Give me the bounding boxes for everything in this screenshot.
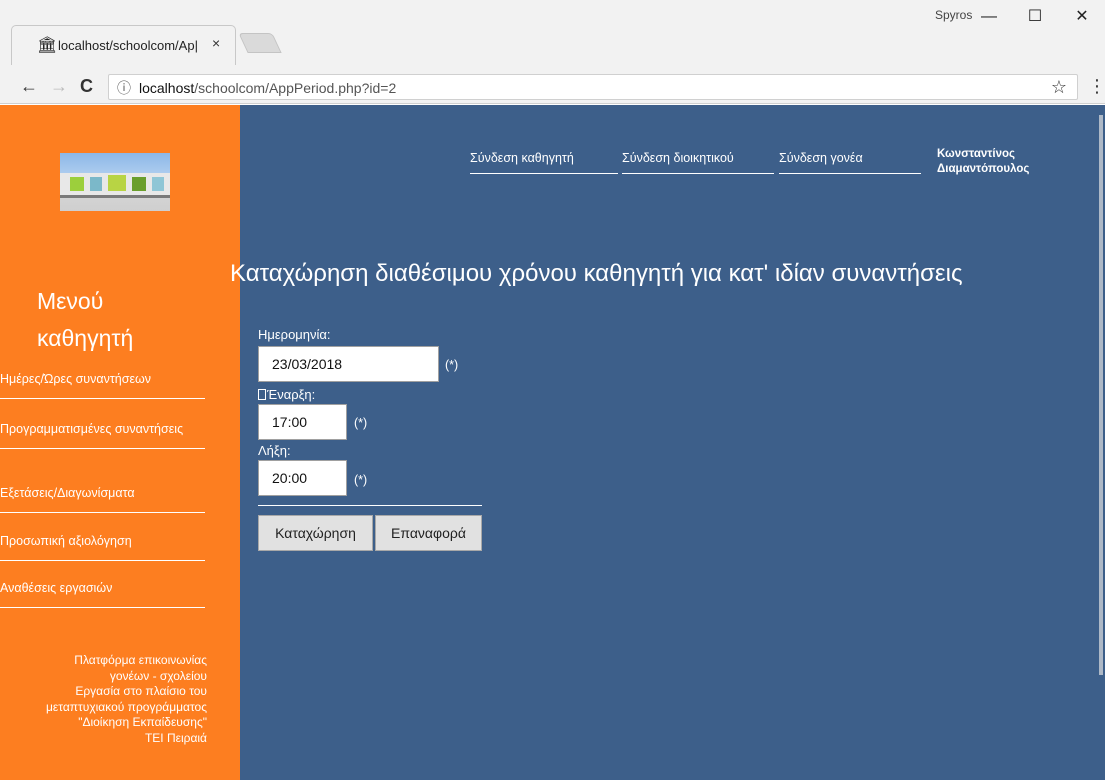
url-input[interactable]: ⓘ localhost/schoolcom/AppPeriod.php?id=2… xyxy=(108,74,1078,100)
footer-line: γονέων - σχολείου xyxy=(109,668,207,683)
url-text: localhost/schoolcom/AppPeriod.php?id=2 xyxy=(139,80,396,96)
sidebar-item-assignments[interactable]: Αναθέσεις εργασιών xyxy=(0,580,205,608)
info-icon[interactable]: ⓘ xyxy=(117,78,131,98)
browser-menu-icon[interactable]: ⋮ xyxy=(1088,76,1105,97)
page-title: Καταχώρηση διαθέσιμου χρόνου καθηγητή γι… xyxy=(230,260,963,287)
sidebar-item-exams[interactable]: Εξετάσεις/Διαγωνίσματα xyxy=(0,485,205,513)
sidebar-title-line2: καθηγητή xyxy=(37,325,134,351)
institution-icon: 🏛 xyxy=(37,37,58,54)
end-required-mark: (*) xyxy=(354,473,368,487)
new-tab-button[interactable] xyxy=(238,33,282,53)
user-first-name: Κωνσταντίνος xyxy=(937,148,1016,160)
start-label-text: Έναρξη: xyxy=(267,387,316,402)
date-input[interactable] xyxy=(258,346,439,382)
minimize-button[interactable]: — xyxy=(966,3,1012,31)
sidebar-item-personal-evaluation[interactable]: Προσωπική αξιολόγηση xyxy=(0,533,205,561)
footer-line: ΤΕΙ Πειραιά xyxy=(144,730,207,745)
nav-parent-login[interactable]: Σύνδεση γονέα xyxy=(779,151,921,174)
reset-button[interactable]: Επαναφορά xyxy=(375,515,482,551)
close-window-button[interactable]: ✕ xyxy=(1059,3,1105,31)
form-divider xyxy=(258,505,482,506)
end-label: Λήξη: xyxy=(258,443,291,458)
footer-line: μεταπτυχιακού προγράμματος xyxy=(45,699,207,714)
date-required-mark: (*) xyxy=(445,358,459,372)
sidebar-title-line1: Μενού xyxy=(37,288,104,314)
start-time-input[interactable] xyxy=(258,404,347,440)
sidebar-footer: Πλατφόρμα επικοινωνίας γονέων - σχολείου… xyxy=(0,653,207,746)
nav-teacher-login[interactable]: Σύνδεση καθηγητή xyxy=(470,151,618,174)
date-label: Ημερομηνία: xyxy=(258,327,331,342)
nav-admin-login[interactable]: Σύνδεση διοικητικού xyxy=(622,151,774,174)
sidebar: Μενού καθηγητή Ημέρες/Ώρες συναντήσεων Π… xyxy=(0,105,240,780)
end-time-input[interactable] xyxy=(258,460,347,496)
page-content: Μενού καθηγητή Ημέρες/Ώρες συναντήσεων Π… xyxy=(0,105,1105,780)
forward-button[interactable]: → xyxy=(50,76,68,97)
start-label: Έναρξη: xyxy=(258,387,315,402)
footer-line: "Διοίκηση Εκπαίδευσης" xyxy=(78,715,207,729)
scrollbar-thumb[interactable] xyxy=(1099,115,1103,675)
browser-tab[interactable]: 🏛 localhost/schoolcom/Ap| × xyxy=(11,25,236,65)
url-host: localhost xyxy=(139,80,195,96)
start-required-mark: (*) xyxy=(354,416,368,430)
sidebar-title: Μενού καθηγητή xyxy=(37,283,133,357)
tab-title: localhost/schoolcom/Ap| xyxy=(58,38,198,53)
footer-line: Πλατφόρμα επικοινωνίας xyxy=(74,653,207,667)
tab-close-icon[interactable]: × xyxy=(212,35,220,51)
sidebar-item-scheduled-meetings[interactable]: Προγραμματισμένες συναντήσεις xyxy=(0,421,205,449)
sidebar-item-meeting-times[interactable]: Ημέρες/Ώρες συναντήσεων xyxy=(0,371,205,399)
footer-line: Εργασία στο πλαίσιο του xyxy=(75,684,207,698)
school-building-image xyxy=(60,153,170,211)
maximize-button[interactable]: ☐ xyxy=(1012,3,1058,31)
reload-button[interactable]: C xyxy=(80,76,93,97)
submit-button[interactable]: Καταχώρηση xyxy=(258,515,373,551)
address-bar: ← → C ⓘ localhost/schoolcom/AppPeriod.ph… xyxy=(0,70,1105,104)
browser-titlebar: 🏛 localhost/schoolcom/Ap| × Spyros — ☐ ✕ xyxy=(0,0,1105,70)
back-button[interactable]: ← xyxy=(20,76,38,97)
logged-in-user: Κωνσταντίνος Διαμαντόπουλος xyxy=(937,147,1029,177)
url-path: /schoolcom/AppPeriod.php?id=2 xyxy=(194,80,397,96)
user-last-name: Διαμαντόπουλος xyxy=(937,163,1030,175)
bookmark-star-icon[interactable]: ☆ xyxy=(1051,77,1067,98)
